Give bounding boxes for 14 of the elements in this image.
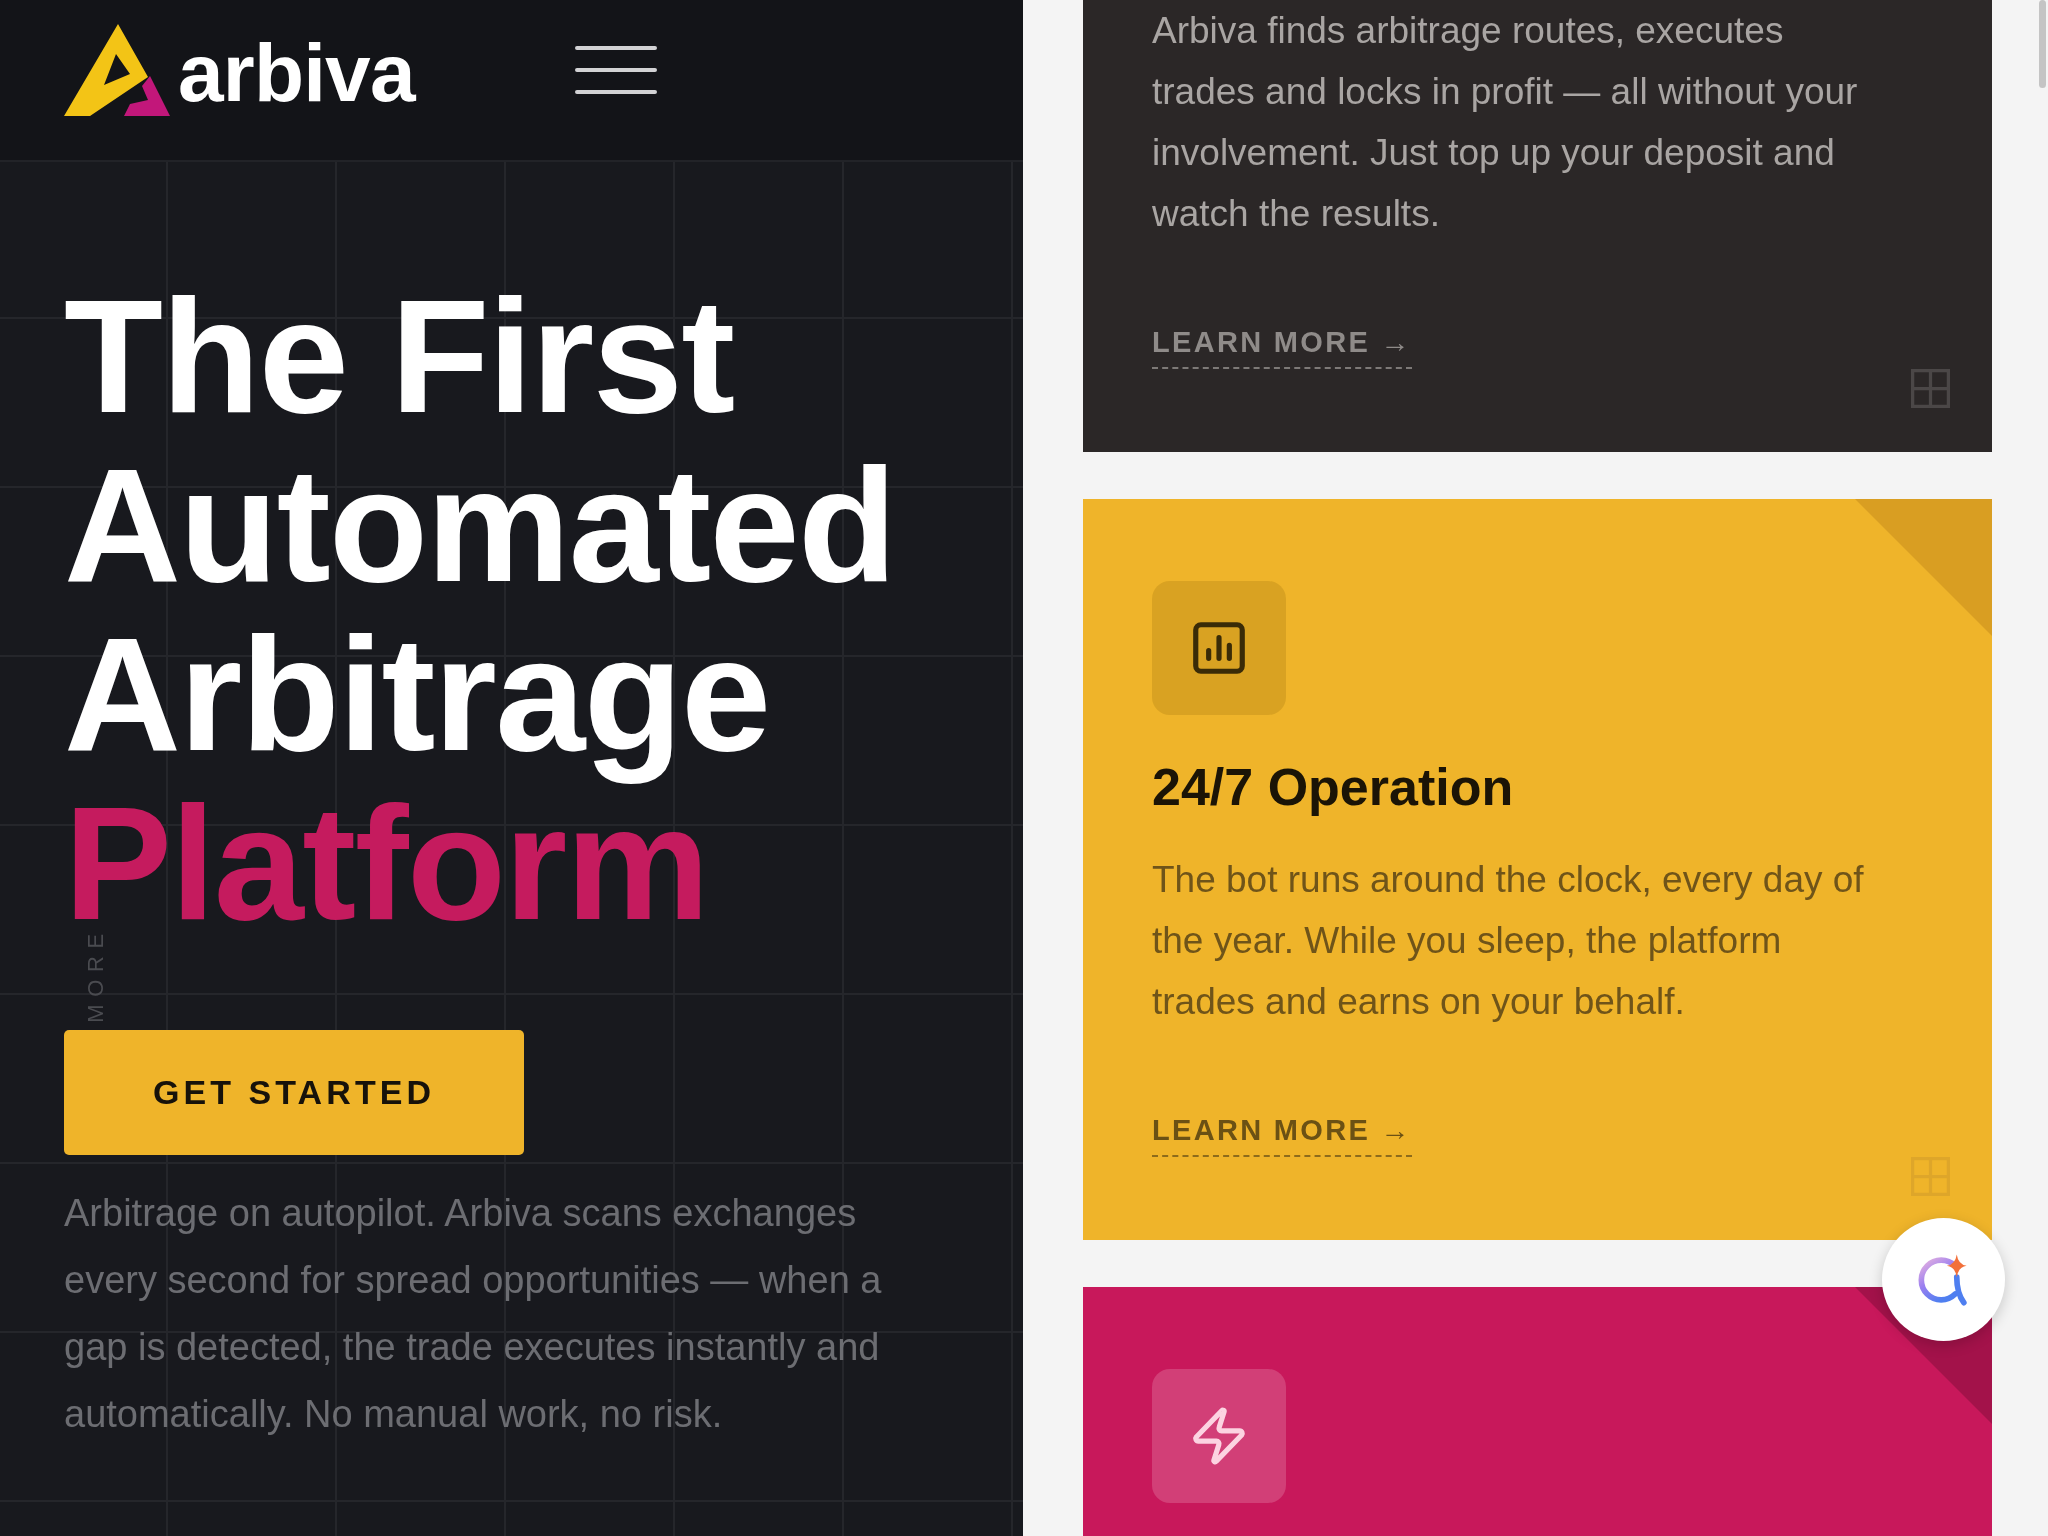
- card-title: 24/7 Operation: [1152, 757, 1514, 817]
- lightning-icon: [1152, 1369, 1286, 1503]
- learn-more-link[interactable]: LEARN MORE →: [1152, 1110, 1412, 1157]
- bar-chart-icon: [1152, 581, 1286, 715]
- logo-icon: [64, 22, 170, 118]
- grid-icon: [1911, 369, 1950, 408]
- card-description: The bot runs around the clock, every day of the year. While you sleep, the platform trades and earns on your behalf.: [1152, 858, 1865, 1024]
- menu-icon: [574, 46, 657, 94]
- hero-description: Arbitrage on autopilot. Arbiva scans exchanges every second for spread opportunities — when a gap is detected, the trade executes instantly and automatically. No manual work, no risk.: [64, 1191, 883, 1437]
- card-description: Arbiva finds arbitrage routes, executes trades and locks in profit — all without your involvement. Just top up your deposit and watch the results.: [1152, 9, 1859, 236]
- learn-more-link[interactable]: LEARN MORE →: [1152, 322, 1412, 369]
- get-started-button[interactable]: GET STARTED: [64, 1030, 524, 1155]
- logo-link[interactable]: arbiva: [64, 22, 415, 118]
- scrollbar-thumb[interactable]: [2039, 0, 2046, 88]
